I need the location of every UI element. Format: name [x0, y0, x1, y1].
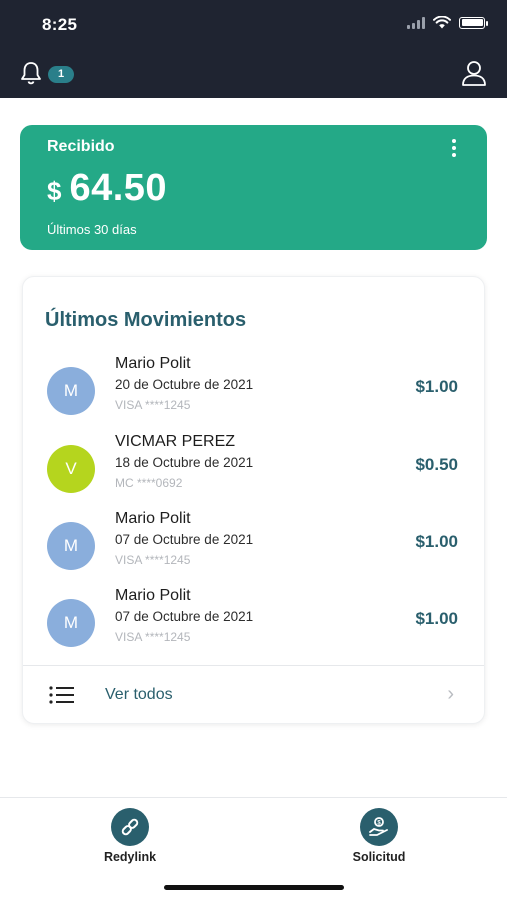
movement-amount: $1.00	[415, 377, 458, 396]
chevron-right-icon: ›	[447, 683, 454, 705]
list-item[interactable]: M Mario Polit 20 de Octubre de 2021 VISA…	[23, 353, 484, 431]
movement-amount: $1.00	[415, 532, 458, 551]
currency-symbol: $	[47, 176, 62, 206]
see-all-label: Ver todos	[105, 686, 173, 703]
status-time: 8:25	[42, 15, 78, 34]
movement-date: 07 de Octubre de 2021	[115, 609, 254, 624]
movement-card: MC ****0692	[115, 476, 183, 490]
movement-date: 20 de Octubre de 2021	[115, 377, 254, 392]
movement-amount: $0.50	[415, 455, 458, 474]
nav-label: Redylink	[103, 850, 157, 864]
movement-name: Mario Polit	[115, 587, 191, 604]
notification-badge: 1	[48, 66, 74, 83]
status-icons	[407, 16, 488, 29]
received-title: Recibido	[47, 138, 115, 155]
link-icon	[111, 808, 149, 846]
movement-amount: $1.00	[415, 609, 458, 628]
received-period: Últimos 30 días	[47, 222, 137, 237]
bell-icon[interactable]	[18, 60, 44, 86]
home-indicator	[164, 885, 344, 890]
request-money-icon: $	[360, 808, 398, 846]
list-item[interactable]: V VICMAR PEREZ 18 de Octubre de 2021 MC …	[23, 431, 484, 509]
list-icon	[49, 686, 74, 704]
see-all-button[interactable]: Ver todos ›	[23, 666, 484, 724]
avatar: M	[47, 522, 95, 570]
movement-card: VISA ****1245	[115, 553, 191, 567]
movement-date: 18 de Octubre de 2021	[115, 455, 254, 470]
received-value: 64.50	[69, 167, 168, 209]
movement-name: Mario Polit	[115, 355, 191, 372]
user-profile-icon[interactable]	[459, 58, 489, 88]
movement-date: 07 de Octubre de 2021	[115, 532, 254, 547]
movement-name: VICMAR PEREZ	[115, 433, 236, 450]
received-amount: $ 64.50	[47, 167, 167, 210]
avatar: M	[47, 367, 95, 415]
nav-item-solicitud[interactable]: $ Solicitud	[319, 808, 439, 864]
movements-card: Últimos Movimientos M Mario Polit 20 de …	[22, 276, 485, 724]
battery-icon	[459, 16, 488, 29]
movement-card: VISA ****1245	[115, 398, 191, 412]
avatar: V	[47, 445, 95, 493]
movements-title: Últimos Movimientos	[45, 309, 247, 331]
list-item[interactable]: M Mario Polit 07 de Octubre de 2021 VISA…	[23, 508, 484, 586]
nav-label: Solicitud	[352, 850, 406, 864]
list-item[interactable]: M Mario Polit 07 de Octubre de 2021 VISA…	[23, 585, 484, 663]
avatar: M	[47, 599, 95, 647]
movement-name: Mario Polit	[115, 510, 191, 527]
top-bar: 8:25 1	[0, 0, 507, 98]
cellular-signal-icon	[407, 16, 425, 29]
nav-item-redylink[interactable]: Redylink	[70, 808, 190, 864]
wifi-icon	[433, 16, 451, 29]
movement-card: VISA ****1245	[115, 630, 191, 644]
more-options-icon[interactable]	[451, 139, 457, 157]
received-card: Recibido $ 64.50 Últimos 30 días	[20, 125, 487, 250]
